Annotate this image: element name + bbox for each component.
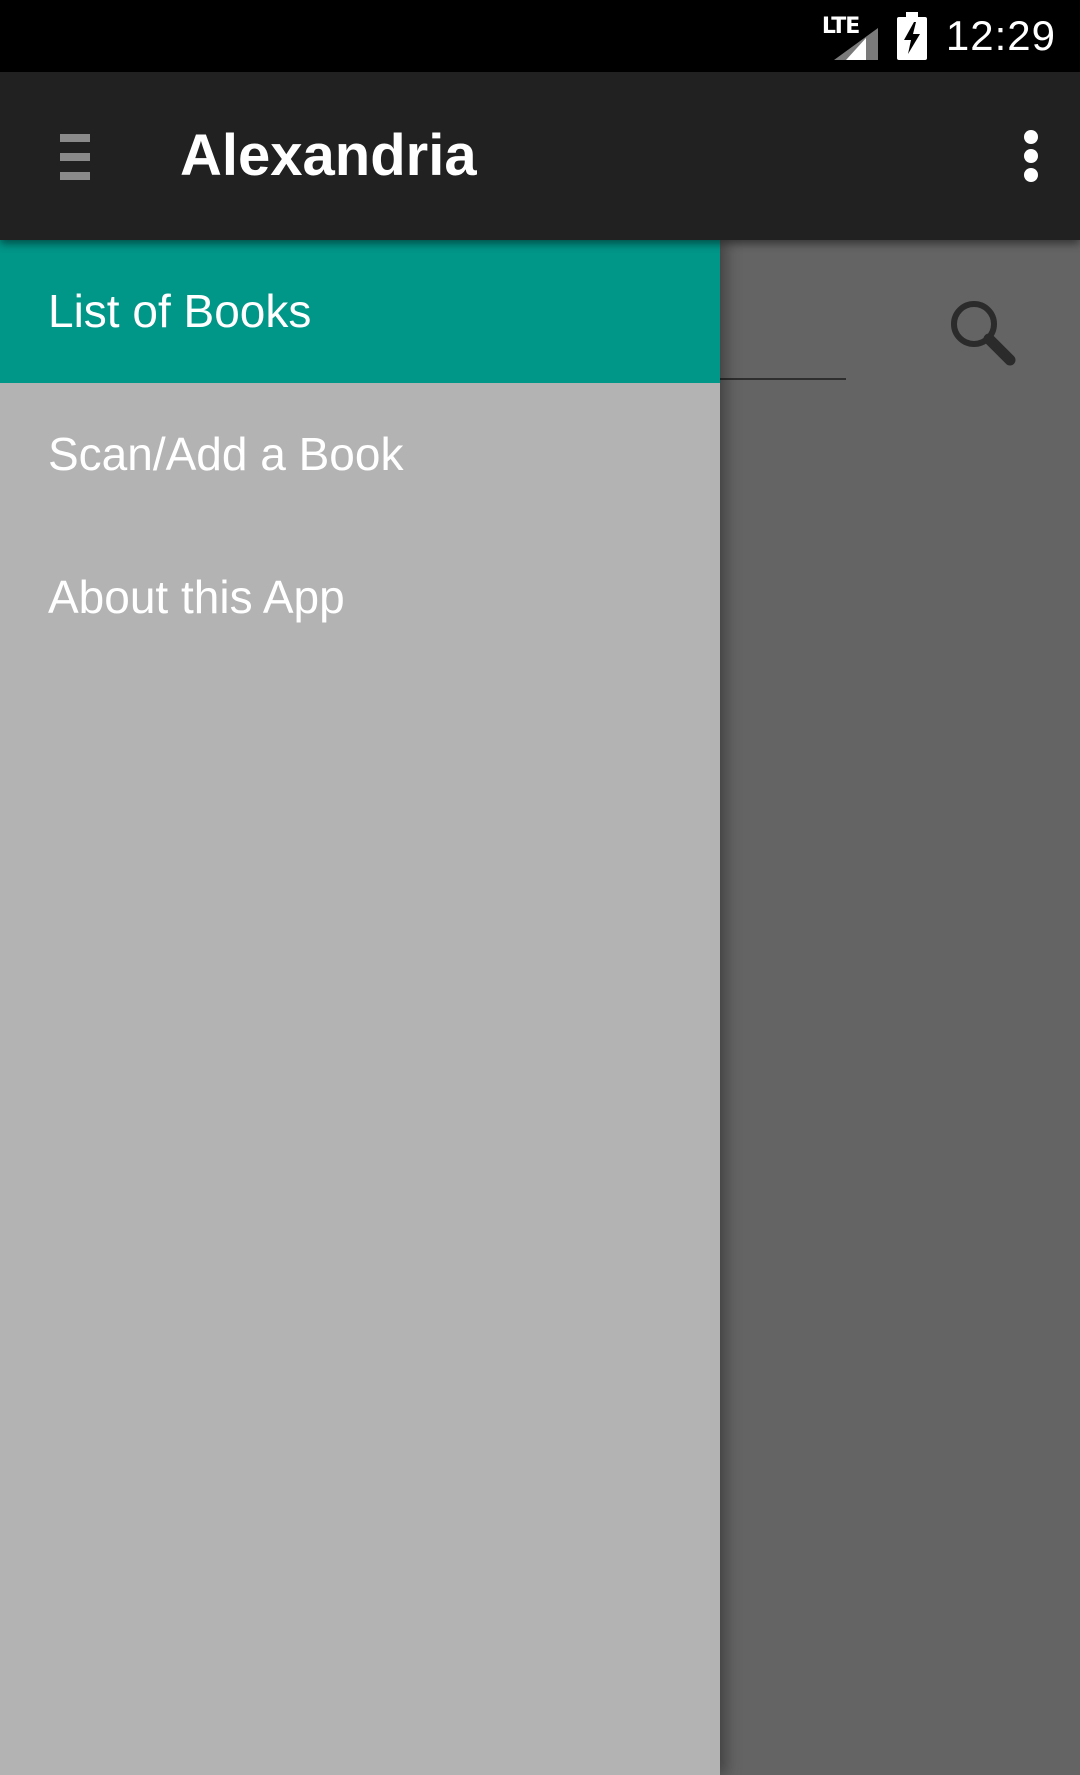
menu-icon[interactable]	[60, 134, 90, 180]
overflow-menu-icon[interactable]	[1024, 130, 1038, 182]
navigation-drawer: List of Books Scan/Add a Book About this…	[0, 240, 720, 1775]
lte-signal-icon: LTE	[822, 14, 878, 60]
status-clock: 12:29	[945, 12, 1056, 59]
drawer-item-label: List of Books	[48, 285, 312, 337]
screen: LTE 12:29 Alexandria List of Books Scan/…	[0, 0, 1080, 1775]
drawer-item-scan-add-book[interactable]: Scan/Add a Book	[0, 383, 720, 526]
status-bar: LTE 12:29	[0, 0, 1080, 72]
drawer-item-label: About this App	[48, 571, 345, 623]
drawer-item-label: Scan/Add a Book	[48, 428, 404, 480]
battery-charging-icon	[896, 12, 928, 60]
app-title: Alexandria	[180, 123, 477, 188]
status-icons: LTE 12:29	[822, 0, 1056, 72]
search-icon[interactable]	[948, 298, 1018, 368]
drawer-item-list-of-books[interactable]: List of Books	[0, 240, 720, 383]
app-bar: Alexandria	[0, 72, 1080, 240]
drawer-item-about-app[interactable]: About this App	[0, 526, 720, 669]
